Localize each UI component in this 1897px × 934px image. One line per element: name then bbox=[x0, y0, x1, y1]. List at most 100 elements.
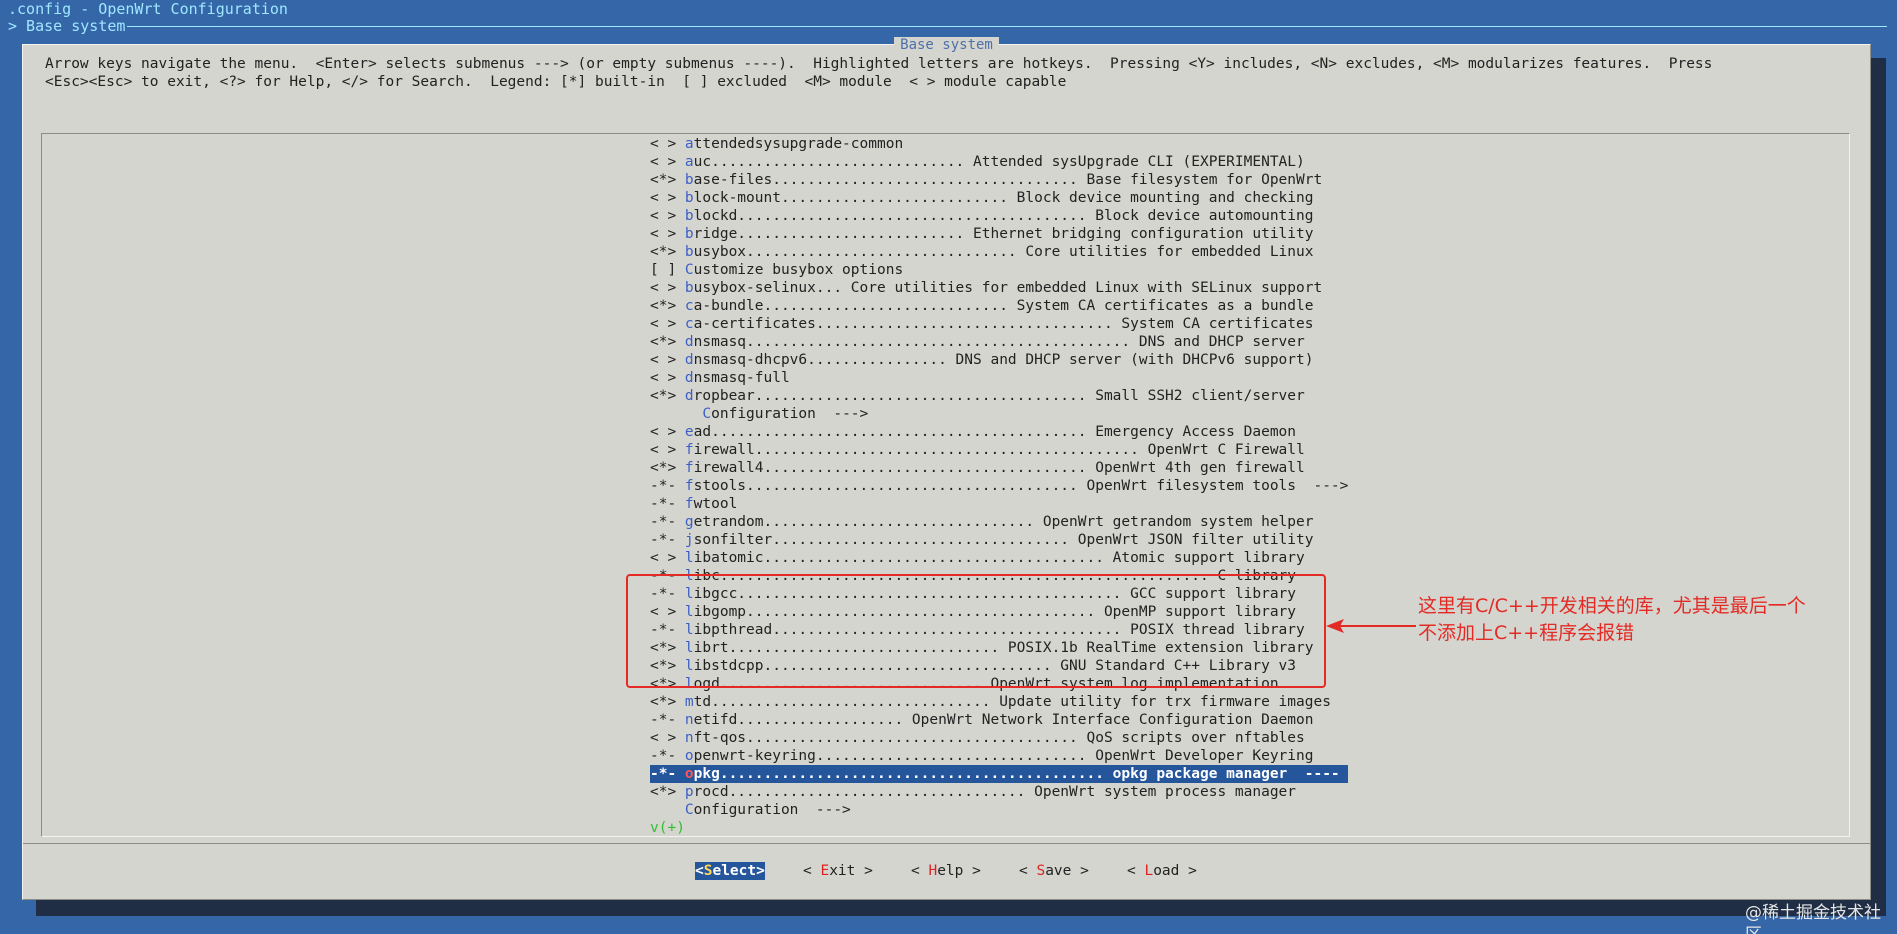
menu-item[interactable]: < > firewall............................… bbox=[650, 441, 1348, 459]
menu-item[interactable]: < > auc............................. Att… bbox=[650, 153, 1348, 171]
menu-item-state: <*> bbox=[650, 694, 685, 710]
exit-button[interactable]: < Exit > bbox=[803, 862, 873, 880]
menuconfig-dialog: Base system Arrow keys navigate the menu… bbox=[22, 37, 1871, 900]
help-text-line-1: Arrow keys navigate the menu. <Enter> se… bbox=[45, 56, 1713, 72]
menu-item-label: nsmasq..................................… bbox=[693, 334, 1305, 350]
menu-item[interactable]: <*> ca-bundle...........................… bbox=[650, 297, 1348, 315]
menu-item-label: sonfilter...............................… bbox=[693, 532, 1314, 548]
menu-item-label: ridge.......................... Ethernet… bbox=[693, 226, 1314, 242]
menu-item-hotkey: b bbox=[684, 244, 694, 260]
menu-list-box: < > attendedsysupgrade-common < > auc....… bbox=[41, 133, 1850, 837]
menu-item[interactable]: < > block-mount.........................… bbox=[650, 189, 1348, 207]
save-button[interactable]: < Save > bbox=[1019, 862, 1089, 880]
button-bar: <Select> < Exit > < Help > < Save > < Lo… bbox=[23, 843, 1870, 899]
menu-item-hotkey: e bbox=[684, 424, 694, 440]
menu-item-hotkey: f bbox=[684, 496, 694, 512]
load-button[interactable]: < Load > bbox=[1127, 862, 1197, 880]
menu-item-label: wtool bbox=[693, 496, 738, 512]
menu-item-hotkey: d bbox=[684, 388, 694, 404]
menu-item-label: usybox-selinux... Core utilities for emb… bbox=[693, 280, 1323, 296]
select-button[interactable]: <Select> bbox=[695, 862, 765, 880]
menu-item-state: -*- bbox=[650, 532, 685, 548]
menu-item[interactable]: < > busybox-selinux... Core utilities fo… bbox=[650, 279, 1348, 297]
menu-item-hotkey: d bbox=[684, 334, 694, 350]
help-button[interactable]: < Help > bbox=[911, 862, 981, 880]
menu-item-state: <*> bbox=[650, 244, 685, 260]
menu-item-hotkey: n bbox=[684, 730, 694, 746]
annotation-text-line-2: 不添加上C++程序会报错 bbox=[1418, 622, 1635, 644]
menu-item-selected[interactable]: -*- opkg................................… bbox=[650, 765, 1349, 783]
menu-item[interactable]: -*- fstools.............................… bbox=[650, 477, 1348, 495]
menu-item-state: <*> bbox=[650, 460, 685, 476]
menu-item-label: stools..................................… bbox=[693, 478, 1349, 494]
menu-item-label: ibatomic................................… bbox=[693, 550, 1305, 566]
menu-item[interactable]: < > dnsmasq-dhcpv6................ DNS a… bbox=[650, 351, 1348, 369]
menu-item[interactable]: <*> dropbear............................… bbox=[650, 387, 1348, 405]
terminal-screen: .config - OpenWrt Configuration > Base s… bbox=[0, 0, 1897, 934]
menu-item[interactable]: < > dnsmasq-full bbox=[650, 369, 1348, 387]
menu-item-hotkey: b bbox=[684, 190, 694, 206]
menu-item-state: < > bbox=[650, 550, 685, 566]
menu-item[interactable]: <*> firewall4...........................… bbox=[650, 459, 1348, 477]
menu-item-hotkey: l bbox=[684, 550, 694, 566]
menu-item-state: < > bbox=[650, 226, 685, 242]
menu-item-label: etifd................... OpenWrt Network… bbox=[693, 712, 1314, 728]
menu-item-state: -*- bbox=[650, 766, 685, 782]
breadcrumb-rule bbox=[127, 26, 1887, 27]
menu-item[interactable]: Configuration ---> bbox=[650, 405, 1348, 423]
menu-item-hotkey: b bbox=[684, 208, 694, 224]
menu-item-state: < > bbox=[650, 136, 685, 152]
menu-item-label: lockd...................................… bbox=[693, 208, 1314, 224]
menu-item[interactable]: Configuration ---> bbox=[650, 801, 1348, 819]
menu-item-label: nsmasq-dhcpv6................ DNS and DH… bbox=[693, 352, 1314, 368]
scroll-indicator: v(+) bbox=[650, 820, 685, 836]
menu-item[interactable]: <*> mtd................................ … bbox=[650, 693, 1348, 711]
menu-item[interactable]: < > libatomic...........................… bbox=[650, 549, 1348, 567]
menu-item-label: usybox............................... Co… bbox=[693, 244, 1314, 260]
menu-item[interactable]: <*> dnsmasq.............................… bbox=[650, 333, 1348, 351]
menu-item-state: < > bbox=[650, 424, 685, 440]
menu-item[interactable]: -*- netifd................... OpenWrt Ne… bbox=[650, 711, 1348, 729]
menu-item[interactable]: -*- fwtool bbox=[650, 495, 1348, 513]
menu-item-state: <*> bbox=[650, 172, 685, 188]
menu-item[interactable]: < > ead.................................… bbox=[650, 423, 1348, 441]
menu-item-hotkey: o bbox=[684, 766, 694, 782]
menu-item[interactable]: < > nft-qos.............................… bbox=[650, 729, 1348, 747]
menu-item[interactable]: <*> busybox.............................… bbox=[650, 243, 1348, 261]
menu-item[interactable]: -*- jsonfilter..........................… bbox=[650, 531, 1348, 549]
menu-item-state: <*> bbox=[650, 334, 685, 350]
menu-list: < > attendedsysupgrade-common < > auc....… bbox=[650, 135, 1349, 837]
menu-item[interactable]: <*> procd...............................… bbox=[650, 783, 1348, 801]
menu-item-label: ttendedsysupgrade-common bbox=[693, 136, 904, 152]
menu-item[interactable]: <*> base-files..........................… bbox=[650, 171, 1348, 189]
menu-item-state: -*- bbox=[650, 478, 685, 494]
menu-item-label: ase-files...............................… bbox=[693, 172, 1323, 188]
menu-item-state: < > bbox=[650, 370, 685, 386]
menu-item-label: uc............................. Attended… bbox=[693, 154, 1305, 170]
menu-item-label: penwrt-keyring..........................… bbox=[693, 748, 1314, 764]
breadcrumb: > Base system bbox=[8, 17, 126, 35]
dialog-title-text: Base system bbox=[894, 37, 999, 53]
menu-item-state bbox=[650, 802, 685, 818]
menu-item-hotkey: p bbox=[684, 784, 694, 800]
menu-item-state: < > bbox=[650, 154, 685, 170]
menu-item-hotkey: f bbox=[684, 460, 694, 476]
menu-item-hotkey: a bbox=[684, 136, 694, 152]
menu-item-state: -*- bbox=[650, 496, 685, 512]
annotation-highlight-box bbox=[626, 574, 1326, 688]
menu-item-state: -*- bbox=[650, 712, 685, 728]
menu-item[interactable]: < > ca-certificates.....................… bbox=[650, 315, 1348, 333]
menu-item-label: ad......................................… bbox=[693, 424, 1297, 440]
menu-item[interactable]: -*- openwrt-keyring.....................… bbox=[650, 747, 1348, 765]
menu-item-hotkey: C bbox=[684, 802, 694, 818]
menu-item-state: < > bbox=[650, 316, 685, 332]
menu-item-label: onfiguration ---> bbox=[711, 406, 869, 422]
menu-item[interactable]: < > attendedsysupgrade-common bbox=[650, 135, 1348, 153]
menu-item-hotkey: c bbox=[684, 298, 694, 314]
menu-item[interactable]: < > bridge.......................... Eth… bbox=[650, 225, 1348, 243]
menu-item-hotkey: b bbox=[684, 226, 694, 242]
menu-item-label: irewall4................................… bbox=[693, 460, 1305, 476]
menu-item[interactable]: < > blockd..............................… bbox=[650, 207, 1348, 225]
menu-item[interactable]: -*- getrandom...........................… bbox=[650, 513, 1348, 531]
menu-item[interactable]: [ ] Customize busybox options bbox=[650, 261, 1348, 279]
